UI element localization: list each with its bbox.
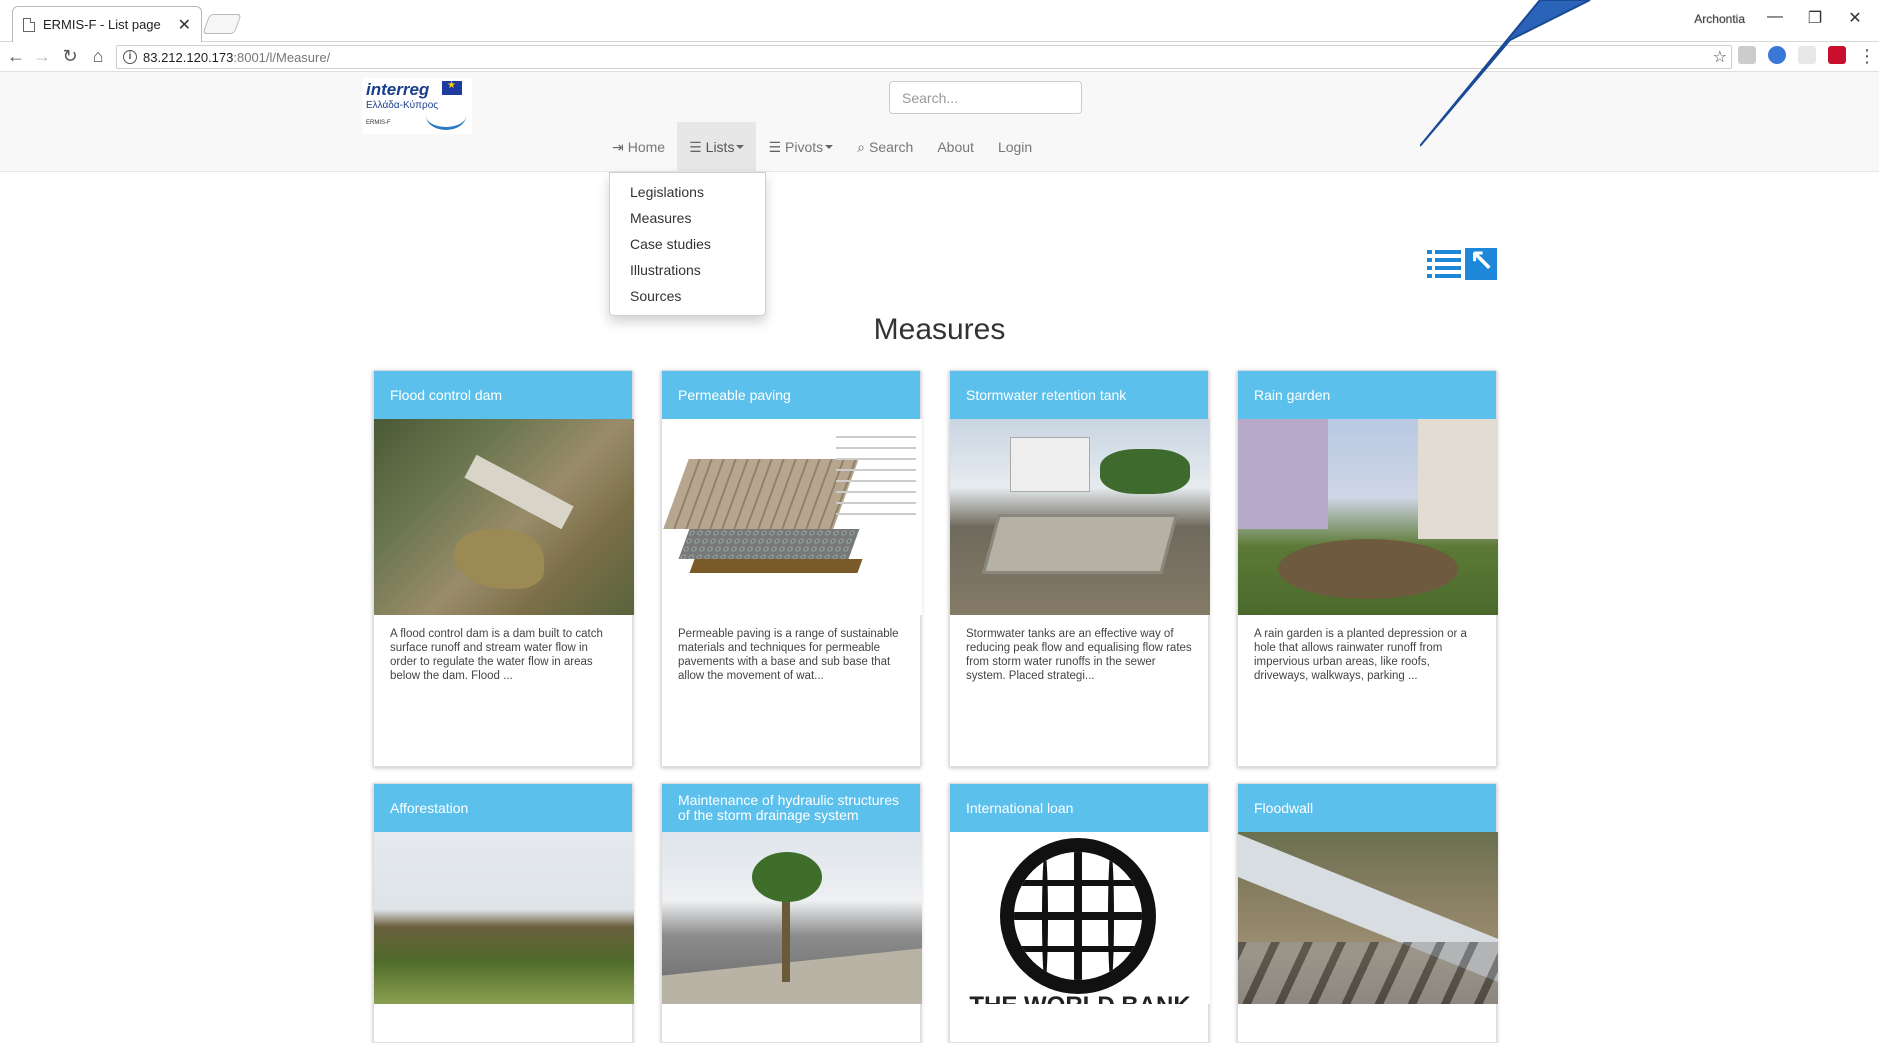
dropdown-item-illustrations[interactable]: Illustrations	[610, 257, 765, 283]
flood-dam-image	[374, 419, 634, 615]
minimize-icon[interactable]: —	[1761, 8, 1789, 26]
nav-home[interactable]: ⇥ Home	[600, 122, 677, 172]
view-toggle	[1427, 248, 1497, 280]
mega-extension-icon[interactable]	[1828, 46, 1846, 64]
caret-down-icon	[825, 145, 834, 149]
page-title: Measures	[873, 313, 1006, 346]
new-tab-button[interactable]	[202, 14, 242, 34]
hydraulic-structures-image	[662, 832, 922, 1004]
floodwall-image	[1238, 832, 1498, 1004]
measure-card[interactable]: Maintenance of hydraulic structures of t…	[661, 783, 922, 1043]
dropdown-item-measures[interactable]: Measures	[610, 205, 765, 231]
nav-login[interactable]: Login	[986, 122, 1044, 172]
nav-login-label: Login	[997, 139, 1033, 155]
card-title: Afforestation	[374, 784, 632, 832]
url-path: :8001/l/Measure/	[233, 49, 331, 65]
card-title: Maintenance of hydraulic structures of t…	[662, 784, 920, 832]
list-view-icon[interactable]	[1427, 248, 1461, 280]
card-description: A rain garden is a planted depression or…	[1254, 628, 1467, 682]
search-icon: ⌕	[857, 138, 865, 155]
home-icon[interactable]: ⌂	[86, 46, 110, 67]
afforestation-image	[374, 832, 634, 1004]
profile-name[interactable]: Archontia	[1694, 12, 1745, 26]
document-icon	[23, 17, 35, 32]
logo-mini-text: ERMIS-F	[366, 120, 391, 126]
main-nav: ⇥ Home ☰ Lists ☰ Pivots ⌕ Search About L…	[600, 122, 1044, 172]
bookmark-star-icon[interactable]: ☆	[1713, 47, 1727, 67]
reload-icon[interactable]: ↻	[58, 46, 82, 67]
card-title: Permeable paving	[662, 371, 920, 419]
card-title: International loan	[950, 784, 1208, 832]
card-title: Rain garden	[1238, 371, 1496, 419]
close-tab-icon[interactable]: ✕	[178, 15, 191, 35]
measure-card[interactable]: Flood control dam A flood control dam is…	[373, 370, 634, 767]
nav-search[interactable]: ⌕ Search	[845, 122, 925, 172]
nav-pivots[interactable]: ☰ Pivots	[756, 122, 845, 172]
card-description: A flood control dam is a dam built to ca…	[390, 628, 603, 682]
restore-icon[interactable]: ❐	[1801, 8, 1829, 28]
nav-pivots-label: Pivots	[785, 139, 824, 155]
info-icon[interactable]: i	[123, 50, 137, 64]
interreg-logo[interactable]: interreg Ελλάδα-Κύπρος ERMIS-F	[362, 78, 472, 134]
nav-about[interactable]: About	[925, 122, 986, 172]
url-host: 83.212.120.173	[143, 49, 234, 65]
hamburger-icon: ☰	[768, 138, 782, 155]
dropdown-item-sources[interactable]: Sources	[610, 283, 765, 309]
menu-icon[interactable]: ⋮	[1855, 46, 1879, 67]
card-title: Stormwater retention tank	[950, 371, 1208, 419]
extension-icon[interactable]	[1768, 46, 1786, 64]
measure-card[interactable]: Afforestation	[373, 783, 634, 1043]
world-bank-logo: THE WORLD BANK	[950, 832, 1210, 1004]
world-bank-text: THE WORLD BANK	[950, 992, 1210, 1004]
card-title: Flood control dam	[374, 371, 632, 419]
extension-icon-2[interactable]	[1798, 46, 1816, 64]
stormwater-tank-image	[950, 419, 1210, 615]
nav-home-label: Home	[627, 139, 666, 155]
forward-arrow-icon[interactable]: →	[30, 46, 54, 67]
tab-title: ERMIS-F - List page	[43, 17, 161, 32]
login-arrow-icon: ⇥	[612, 138, 624, 155]
lists-dropdown-menu: Legislations Measures Case studies Illus…	[609, 172, 766, 316]
pdf-extension-icon[interactable]	[1738, 46, 1756, 64]
hamburger-icon: ☰	[689, 138, 702, 155]
measure-card[interactable]: Rain garden A rain garden is a planted d…	[1237, 370, 1498, 767]
back-arrow-icon[interactable]: ←	[4, 46, 28, 67]
measure-card[interactable]: Permeable paving Permeable paving is a r…	[661, 370, 922, 767]
eu-flag-icon	[442, 80, 462, 95]
dropdown-item-legislations[interactable]: Legislations	[610, 179, 765, 205]
measure-card[interactable]: International loan THE WORLD BANK	[949, 783, 1210, 1043]
search-input[interactable]	[889, 81, 1082, 114]
nav-search-label: Search	[868, 139, 914, 155]
browser-tab[interactable]: ERMIS-F - List page ✕	[12, 6, 202, 42]
measure-card[interactable]: Floodwall	[1237, 783, 1498, 1043]
nav-lists[interactable]: ☰ Lists	[677, 122, 757, 172]
pointer-arrow-annotation	[1420, 0, 1591, 147]
nav-lists-label: Lists	[705, 139, 735, 155]
nav-about-label: About	[937, 139, 974, 155]
close-window-icon[interactable]: ✕	[1841, 8, 1869, 28]
rain-garden-image	[1238, 419, 1498, 615]
globe-icon	[1000, 838, 1156, 994]
card-description: Permeable paving is a range of sustainab…	[678, 628, 899, 682]
permeable-paving-image	[662, 419, 922, 615]
wave-icon	[426, 102, 466, 130]
dropdown-item-case-studies[interactable]: Case studies	[610, 231, 765, 257]
caret-down-icon	[736, 145, 745, 149]
measure-card[interactable]: Stormwater retention tank Stormwater tan…	[949, 370, 1210, 767]
logo-text: interreg	[366, 80, 430, 99]
card-title: Floodwall	[1238, 784, 1496, 832]
card-description: Stormwater tanks are an effective way of…	[966, 628, 1192, 682]
map-view-icon[interactable]	[1465, 248, 1497, 280]
